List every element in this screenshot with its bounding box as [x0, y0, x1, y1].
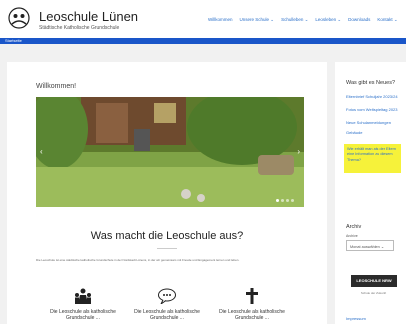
heading-divider: [157, 248, 177, 249]
intro-text: Die Leoschule ist eine städtische kathol…: [36, 258, 240, 262]
sidebar-link[interactable]: Gebäude: [346, 130, 401, 135]
speech-bubble-icon: [158, 288, 176, 304]
feature-item[interactable]: Die Leoschule als katholische Grundschul…: [127, 288, 207, 321]
breadcrumb[interactable]: Startseite: [5, 38, 22, 44]
carousel-next-arrow-icon[interactable]: ›: [297, 147, 300, 156]
sidebar-title-archive: Archiv: [346, 224, 362, 230]
carousel-dot[interactable]: [281, 199, 284, 202]
image-carousel[interactable]: ‹ ›: [36, 97, 304, 207]
carousel-image: [36, 97, 304, 207]
sidebar-link[interactable]: Fotos vom Weltspieltag 2023: [346, 107, 401, 112]
carousel-dot[interactable]: [286, 199, 289, 202]
nav-item-downloads[interactable]: Downloads: [348, 17, 370, 23]
cross-icon: [246, 288, 258, 304]
feature-item[interactable]: Die Leoschule als katholische Grundschul…: [212, 288, 292, 321]
sidebar: Was gibt es Neues? Elternbrief Schuljahr…: [335, 62, 406, 324]
main-nav: Willkommen Unsere Schule ⌄ Schulleben ⌄ …: [208, 17, 405, 23]
archive-label: Archive: [346, 234, 358, 238]
sidebar-bottom-link[interactable]: Impressum: [346, 316, 401, 321]
badge-caption: Schule der Zukunft: [360, 291, 387, 295]
carousel-dot[interactable]: [276, 199, 279, 202]
feature-label: Die Leoschule als katholische Grundschul…: [134, 309, 200, 321]
sidebar-link[interactable]: Elternbrief Schuljahr 2023/24: [346, 94, 401, 99]
section-heading: Was macht die Leoschule aus?: [90, 230, 244, 242]
sidebar-title-news: Was gibt es Neues?: [346, 80, 396, 86]
carousel-dots: [274, 199, 294, 202]
site-title[interactable]: Leoschule Lünen: [39, 10, 138, 23]
main-content: Willkommen! ‹ › Was macht die Leoschule …: [7, 62, 327, 324]
welcome-heading: Willkommen!: [36, 83, 77, 90]
people-icon: [75, 288, 91, 304]
highlight-text: Wie erhält man als der Eltern eine Infor…: [347, 147, 396, 162]
nav-item-kontakt[interactable]: Kontakt ⌄: [377, 17, 397, 23]
archive-select[interactable]: Monat auswählen ⌄: [346, 240, 394, 251]
highlighted-news[interactable]: Wie erhält man als der Eltern eine Infor…: [344, 144, 401, 173]
nav-item-unsere-schule[interactable]: Unsere Schule ⌄: [240, 17, 275, 23]
feature-label: Die Leoschule als katholische Grundschul…: [219, 309, 285, 321]
school-logo-icon[interactable]: [8, 7, 30, 29]
breadcrumb-bar: Startseite: [0, 38, 406, 44]
feature-label: Die Leoschule als katholische Grundschul…: [50, 309, 116, 321]
nav-item-leosleben[interactable]: Leosleben ⌄: [315, 17, 341, 23]
site-header: Leoschule Lünen Städtische Katholische G…: [0, 0, 406, 38]
nav-item-schulleben[interactable]: Schulleben ⌄: [281, 17, 308, 23]
feature-item[interactable]: Die Leoschule als katholische Grundschul…: [43, 288, 123, 321]
carousel-dot[interactable]: [291, 199, 294, 202]
sidebar-link[interactable]: Neue Schulanmeldungen: [346, 120, 401, 125]
school-badge[interactable]: LEOSCHULE NRW: [351, 275, 397, 287]
site-subtitle: Städtische Katholische Grundschule: [39, 25, 120, 31]
nav-item-willkommen[interactable]: Willkommen: [208, 17, 233, 23]
carousel-prev-arrow-icon[interactable]: ‹: [40, 147, 43, 156]
